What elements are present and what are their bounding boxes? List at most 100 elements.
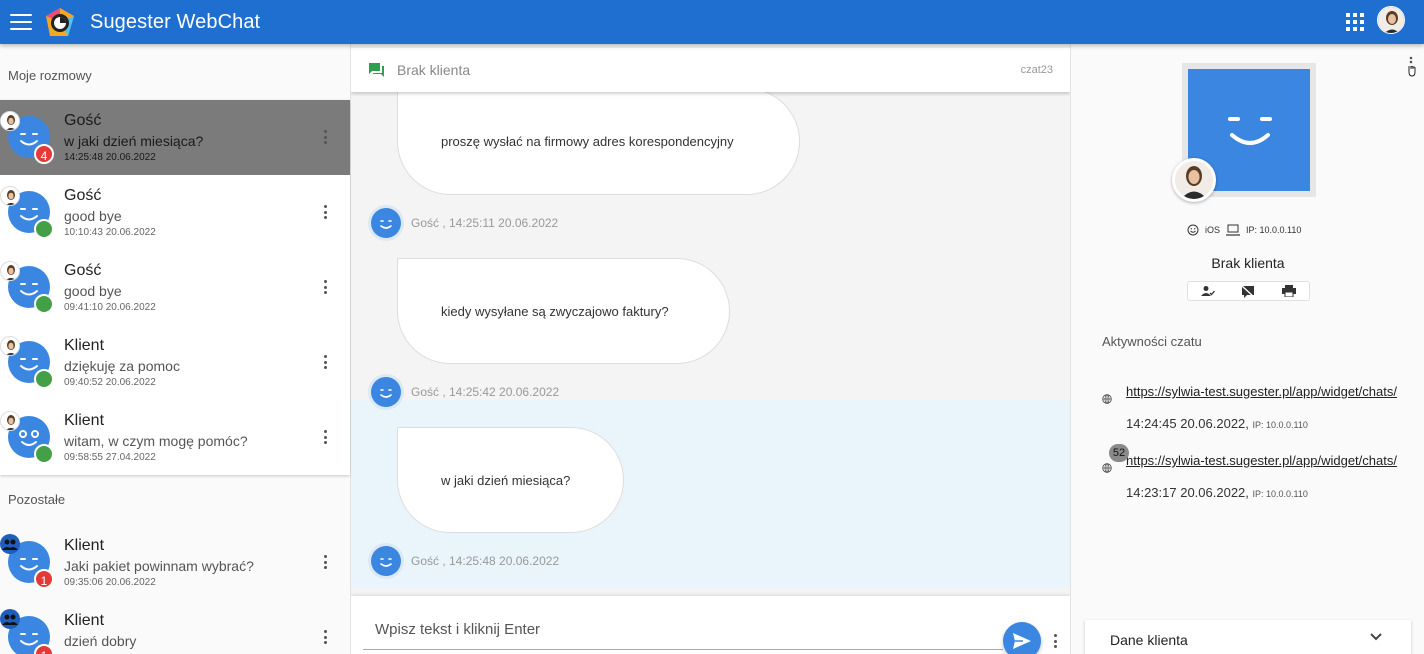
message-bubble: kiedy wysyłane są zwyczajowo faktury? [397,258,730,364]
more-vert-icon[interactable] [324,280,328,294]
chat-panel: Brak klienta czat23 proszę wysłać na fir… [351,44,1070,654]
chat-activities-title: Aktywności czatu [1102,334,1202,349]
visitor-avatar-small [371,208,401,238]
conversations-panel: Moje rozmowy 4 Gość w jaki dzień miesiąc… [0,44,351,654]
globe-icon [1102,394,1112,404]
activity-ip: IP: 10.0.0.110 [1252,420,1308,430]
activity-time: 14:23:17 20.06.2022, IP: 10.0.0.110 [1126,485,1308,500]
send-button[interactable] [1003,622,1041,654]
chat-header: Brak klienta czat23 [351,48,1070,92]
conversation-name: Klient [64,537,105,554]
other-conversations-list: 1 Klient Jaki pakiet powinnam wybrać? 09… [0,525,350,654]
activity-url-link[interactable]: https://sylwia-test.sugester.pl/app/widg… [1126,384,1397,399]
app-title: Sugester WebChat [90,10,261,33]
visitor-avatar-small [371,377,401,407]
conversation-name: Klient [64,612,105,629]
other-conversations-title: Pozostałe [8,492,66,507]
client-data-expander[interactable]: Dane klienta [1085,620,1411,654]
user-avatar[interactable] [1377,6,1405,34]
browser-icon [1187,224,1199,236]
unread-badge: 4 [34,144,54,164]
message-meta-text: Gość , 14:25:11 20.06.2022 [411,216,559,230]
my-conversations-title: Moje rozmowy [8,68,92,83]
chat-icon [369,63,384,77]
group-icon [0,609,20,629]
activity-time: 14:24:45 20.06.2022, IP: 10.0.0.110 [1126,416,1308,431]
online-status-dot [34,444,54,464]
message-meta-text: Gość , 14:25:48 20.06.2022 [411,554,560,568]
device-info: iOS IP: 10.0.0.110 [1187,224,1307,236]
online-status-dot [34,219,54,239]
conversation-item[interactable]: Klient dziękuję za pomoc 09:40:52 20.06.… [0,325,350,400]
activity-url-link[interactable]: https://sylwia-test.sugester.pl/app/widg… [1126,453,1397,468]
message-bubble: w jaki dzień miesiąca? [397,427,624,533]
conversation-item[interactable]: Klient witam, w czym mogę pomóc? 09:58:5… [0,400,350,475]
visitor-avatar-small [371,546,401,576]
conversation-time: 14:25:48 20.06.2022 [64,152,156,163]
activity-timestamp: 14:24:45 20.06.2022, [1126,416,1249,431]
conversation-last-message: Jaki pakiet powinnam wybrać? [64,558,254,574]
apps-grid-icon[interactable] [1346,13,1364,31]
menu-icon[interactable] [10,14,32,30]
composer-more-icon[interactable] [1054,634,1058,648]
more-vert-icon[interactable] [324,130,328,144]
agent-avatar [0,411,20,431]
message-meta: Gość , 14:25:11 20.06.2022 [371,208,558,238]
print-icon[interactable] [1281,285,1296,297]
conversation-name: Gość [64,262,102,279]
chat-off-icon[interactable] [1241,284,1255,298]
conversation-item[interactable]: Gość good bye 10:10:43 20.06.2022 [0,175,350,250]
desktop-icon [1226,224,1241,236]
conversation-last-message: good bye [64,208,122,224]
online-status-dot [34,369,54,389]
agent-avatar [0,336,20,356]
conversation-time: 09:41:10 20.06.2022 [64,302,156,313]
conversation-item[interactable]: 4 Gość w jaki dzień miesiąca? 14:25:48 2… [0,100,350,175]
conversation-last-message: dziękuję za pomoc [64,358,180,374]
conversation-time: 09:58:55 27.04.2022 [64,452,156,463]
send-icon [1013,633,1031,649]
conversation-item[interactable]: Gość good bye 09:41:10 20.06.2022 [0,250,350,325]
conversation-name: Gość [64,187,102,204]
panel-more-icon[interactable] [1406,56,1416,78]
conversation-name: Gość [64,112,102,129]
message-text: w jaki dzień miesiąca? [441,472,571,488]
assign-client-icon[interactable] [1201,285,1216,297]
conversation-time: 09:35:06 20.06.2022 [64,577,156,588]
unread-badge: 1 [34,644,54,654]
more-vert-icon[interactable] [324,205,328,219]
my-conversations-list: 4 Gość w jaki dzień miesiąca? 14:25:48 2… [0,100,350,475]
client-data-title: Dane klienta [1110,632,1188,648]
chat-id: czat23 [1020,64,1053,76]
conversation-last-message: dzień dobry [64,633,137,649]
online-status-dot [34,294,54,314]
ip-label: IP: 10.0.0.110 [1246,225,1302,235]
message-text: kiedy wysyłane są zwyczajowo faktury? [441,303,669,319]
message-meta: Gość , 14:25:48 20.06.2022 [371,546,559,576]
message-text: proszę wysłać na firmowy adres korespond… [441,134,734,149]
client-info-panel: iOS IP: 10.0.0.110 Brak klienta Aktywnoś… [1070,44,1424,654]
agent-avatar [0,186,20,206]
group-icon [0,534,20,554]
conversation-name: Klient [64,412,105,429]
agent-photo [1172,158,1216,202]
agent-avatar [0,261,20,281]
more-vert-icon[interactable] [324,430,328,444]
conversation-last-message: good bye [64,283,122,299]
more-vert-icon[interactable] [324,630,328,644]
conversation-time: 10:10:43 20.06.2022 [64,227,156,238]
message-input[interactable] [363,610,1003,650]
more-vert-icon[interactable] [324,555,328,569]
conversation-item[interactable]: 1 Klient Jaki pakiet powinnam wybrać? 09… [0,525,350,600]
conversation-item[interactable]: 1 Klient dzień dobry [0,600,350,654]
client-actions [1187,281,1310,301]
chat-client-label[interactable]: Brak klienta [397,62,470,78]
count-badge: 52 [1109,444,1129,462]
chevron-down-icon [1370,633,1382,641]
top-app-bar: Sugester WebChat [0,0,1424,44]
os-label: iOS [1205,225,1221,235]
more-vert-icon[interactable] [324,355,328,369]
activity-ip: IP: 10.0.0.110 [1252,489,1308,499]
message-bubble: proszę wysłać na firmowy adres korespond… [397,88,800,195]
conversation-last-message: witam, w czym mogę pomóc? [64,433,248,449]
